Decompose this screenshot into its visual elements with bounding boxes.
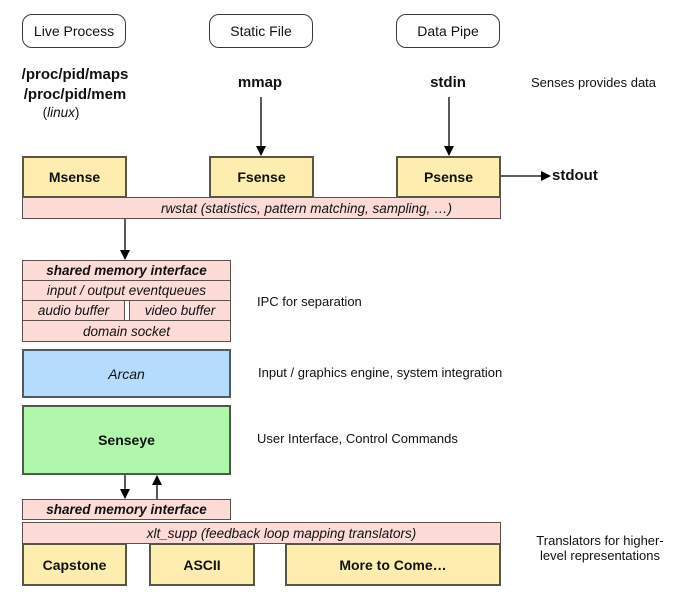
connector-arrows xyxy=(120,97,551,499)
